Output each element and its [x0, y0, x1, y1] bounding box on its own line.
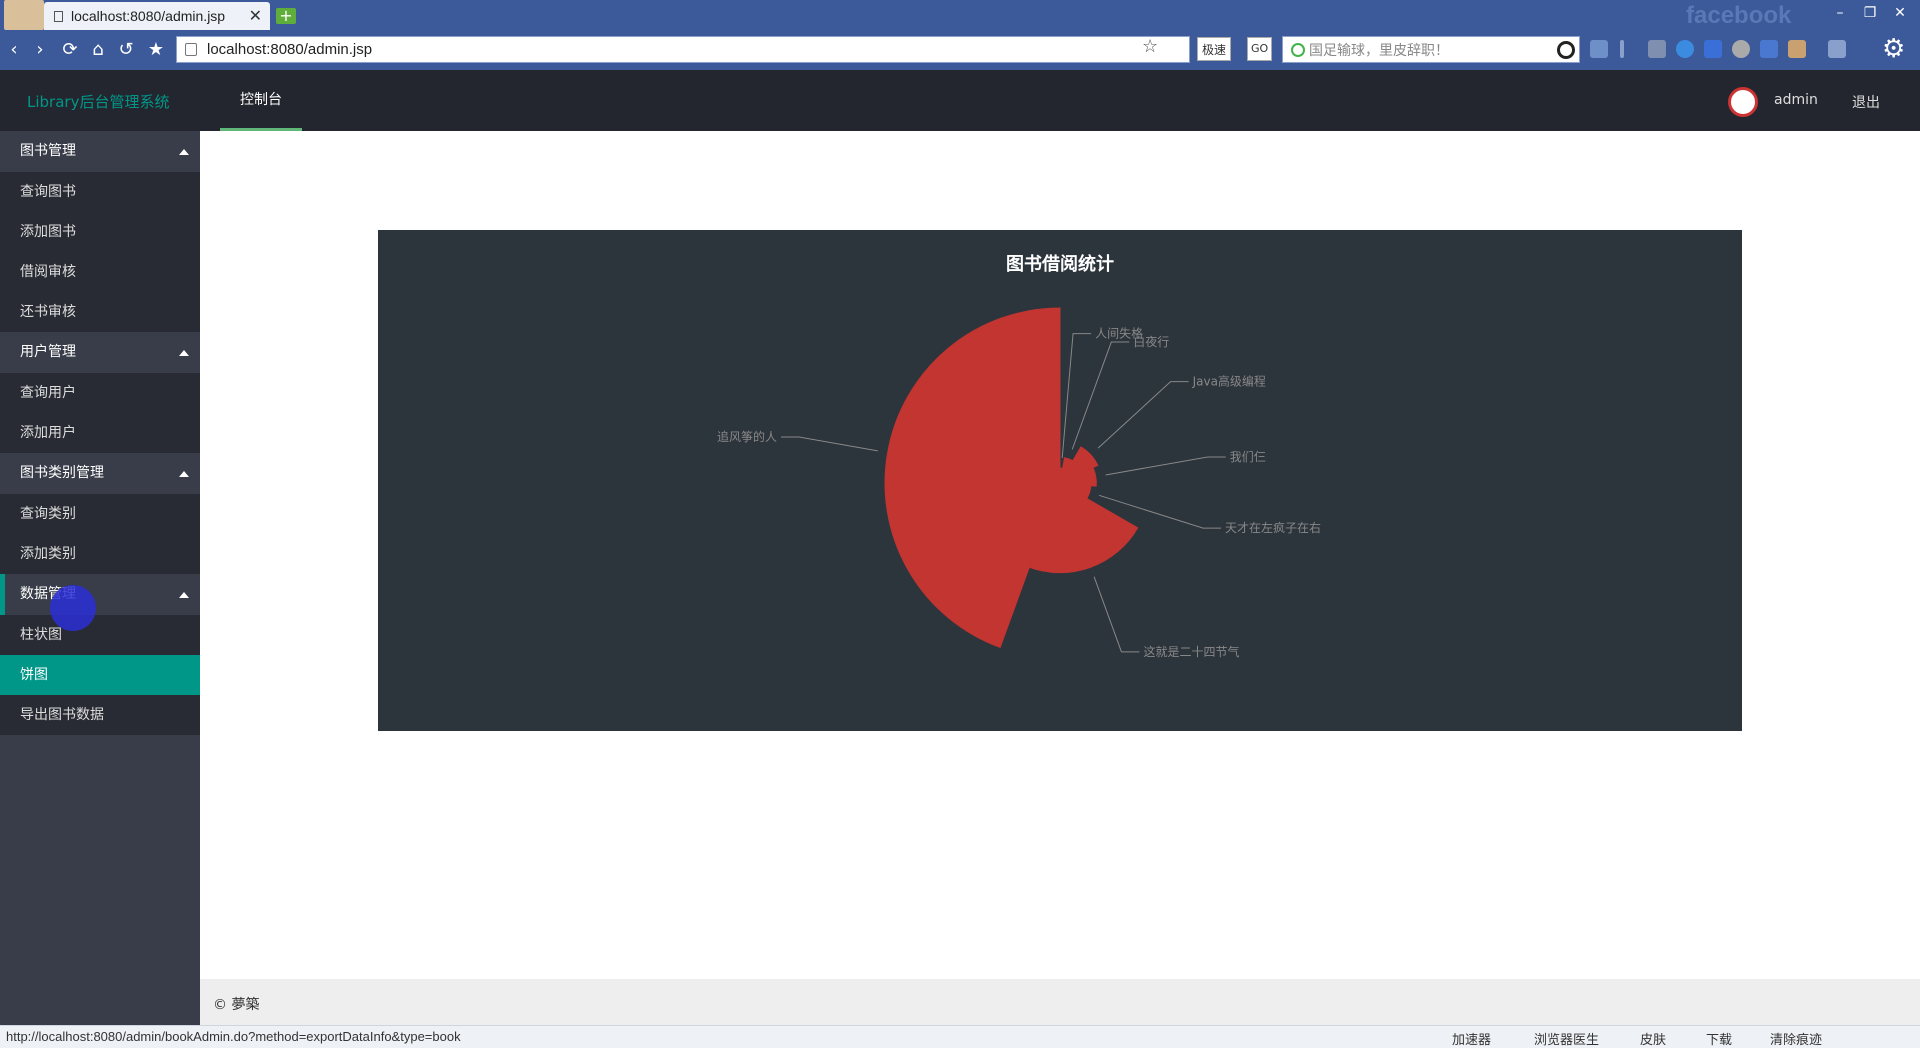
circle-icon[interactable]: [1732, 40, 1750, 58]
facebook-watermark: facebook: [1686, 2, 1792, 29]
label-line: [1061, 333, 1092, 459]
divider-icon: [1620, 40, 1624, 58]
slice-label: 追风筝的人: [717, 429, 777, 444]
browser-status-bar: http://localhost:8080/admin/bookAdmin.do…: [0, 1025, 1920, 1048]
app-logo[interactable]: Library后台管理系统: [27, 91, 169, 112]
logout-link[interactable]: 退出: [1852, 92, 1880, 112]
tab-title: localhost:8080/admin.jsp: [71, 8, 226, 24]
recycle-icon[interactable]: [1648, 40, 1666, 58]
sidebar-group-label: 图书类别管理: [20, 465, 104, 481]
slice-label: Java高级编程: [1192, 374, 1266, 389]
sidebar-group-users[interactable]: 用户管理: [0, 332, 200, 373]
pie-chart: 图书借阅统计人间失格白夜行Java高级编程我们仨天才在左疯子在右这就是二十四节气…: [717, 253, 1321, 659]
sidebar-group-label: 图书管理: [20, 143, 76, 159]
page-icon: [54, 10, 63, 22]
sidebar-item-return-review[interactable]: 还书审核: [0, 292, 200, 332]
download-button[interactable]: 下载: [1706, 1029, 1732, 1048]
security-icon: [185, 43, 197, 56]
caret-up-icon: [179, 592, 189, 598]
sidebar-item-query-books[interactable]: 查询图书: [0, 172, 200, 212]
pie-slice[interactable]: [884, 307, 1061, 649]
undo-icon[interactable]: ↺: [114, 38, 138, 62]
forward-icon[interactable]: ›: [28, 38, 52, 62]
skin-button[interactable]: 皮肤: [1640, 1029, 1666, 1048]
go-button[interactable]: GO: [1247, 37, 1273, 61]
sidebar-group-label: 用户管理: [20, 344, 76, 360]
restore-icon[interactable]: ❐: [1856, 4, 1884, 22]
address-text: localhost:8080/admin.jsp: [207, 41, 373, 58]
label-line: [1097, 381, 1189, 449]
slice-label: 这就是二十四节气: [1143, 644, 1239, 659]
browser-tab-bar: localhost:8080/admin.jsp ✕ + facebook – …: [0, 0, 1920, 30]
sidebar-group-categories[interactable]: 图书类别管理: [0, 453, 200, 494]
notification-icon[interactable]: [1704, 40, 1722, 58]
settings-gear-icon[interactable]: ⚙: [1882, 36, 1910, 64]
slice-label: 天才在左疯子在右: [1225, 520, 1321, 535]
sidebar-item-query-users[interactable]: 查询用户: [0, 373, 200, 413]
chart-title: 图书借阅统计: [1006, 253, 1114, 275]
slice-label: 白夜行: [1133, 334, 1169, 349]
sidebar: 图书管理 查询图书 添加图书 借阅审核 还书审核 用户管理 查询用户 添加用户 …: [0, 131, 200, 1025]
sidebar-item-borrow-review[interactable]: 借阅审核: [0, 252, 200, 292]
browser-toolbar: ‹ › ⟳ ⌂ ↺ ★ localhost:8080/admin.jsp ☆ 极…: [0, 30, 1920, 70]
minimize-icon[interactable]: –: [1826, 4, 1854, 22]
favorites-icon[interactable]: ★: [144, 38, 168, 62]
speed-mode-button[interactable]: 极速: [1197, 37, 1232, 61]
sidebar-item-add-category[interactable]: 添加类别: [0, 534, 200, 574]
browser-doctor-button[interactable]: 浏览器医生: [1534, 1029, 1599, 1048]
label-line: [1105, 456, 1226, 476]
pie-chart-panel: 图书借阅统计 人间失格 白夜行 Java高级编程 我们仨 天才在左疯子在右 这就是二十四节气…: [378, 230, 1742, 731]
label-line: [1093, 576, 1140, 653]
search-engine-icon: [1291, 43, 1305, 57]
slice-label: 我们仨: [1230, 449, 1266, 464]
accelerator-button[interactable]: 加速器: [1452, 1029, 1491, 1048]
address-bar[interactable]: localhost:8080/admin.jsp: [176, 36, 1190, 63]
back-icon[interactable]: ‹: [2, 38, 26, 62]
sidebar-item-pie-chart[interactable]: 饼图: [0, 655, 200, 695]
mouse-cursor-highlight: [50, 585, 96, 631]
search-placeholder: 国足输球，里皮辞职！: [1309, 42, 1449, 59]
clear-traces-button[interactable]: 清除痕迹: [1770, 1029, 1822, 1048]
sidebar-item-add-book[interactable]: 添加图书: [0, 212, 200, 252]
image-icon[interactable]: [1788, 40, 1806, 58]
sidebar-group-books[interactable]: 图书管理: [0, 131, 200, 172]
caret-up-icon: [179, 350, 189, 356]
scissors-icon[interactable]: [1828, 40, 1846, 58]
close-tab-icon[interactable]: ✕: [249, 6, 262, 26]
browser-tab[interactable]: localhost:8080/admin.jsp ✕: [44, 2, 270, 30]
sidebar-item-query-categories[interactable]: 查询类别: [0, 494, 200, 534]
wifi-icon[interactable]: [1676, 40, 1694, 58]
refresh-icon[interactable]: ⟳: [58, 38, 82, 62]
extension-icon[interactable]: [1590, 40, 1608, 58]
sidebar-item-export-data[interactable]: 导出图书数据: [0, 695, 200, 735]
copyright: © 夢築: [213, 997, 260, 1013]
label-line: [1071, 341, 1130, 450]
user-avatar[interactable]: [1728, 87, 1758, 117]
search-input[interactable]: 国足输球，里皮辞职！: [1282, 36, 1580, 63]
bookmark-star-icon[interactable]: ☆: [1142, 36, 1158, 57]
caret-up-icon: [179, 471, 189, 477]
caret-up-icon: [179, 149, 189, 155]
search-icon[interactable]: [1557, 41, 1575, 59]
footer: © 夢築: [200, 979, 1920, 1025]
label-line: [781, 436, 878, 452]
browser-avatar-icon[interactable]: [4, 0, 44, 30]
home-icon[interactable]: ⌂: [86, 38, 110, 62]
link-preview: http://localhost:8080/admin/bookAdmin.do…: [6, 1029, 461, 1044]
sidebar-item-bar-chart[interactable]: 柱状图: [0, 615, 200, 655]
sidebar-item-add-user[interactable]: 添加用户: [0, 413, 200, 453]
nav-console[interactable]: 控制台: [220, 70, 302, 131]
sidebar-group-data[interactable]: 数据管理: [0, 574, 200, 615]
app-header: Library后台管理系统 控制台 admin 退出: [0, 70, 1920, 131]
new-tab-button[interactable]: +: [276, 8, 296, 24]
close-window-icon[interactable]: ✕: [1886, 4, 1914, 22]
translate-icon[interactable]: [1760, 40, 1778, 58]
username[interactable]: admin: [1774, 92, 1818, 108]
